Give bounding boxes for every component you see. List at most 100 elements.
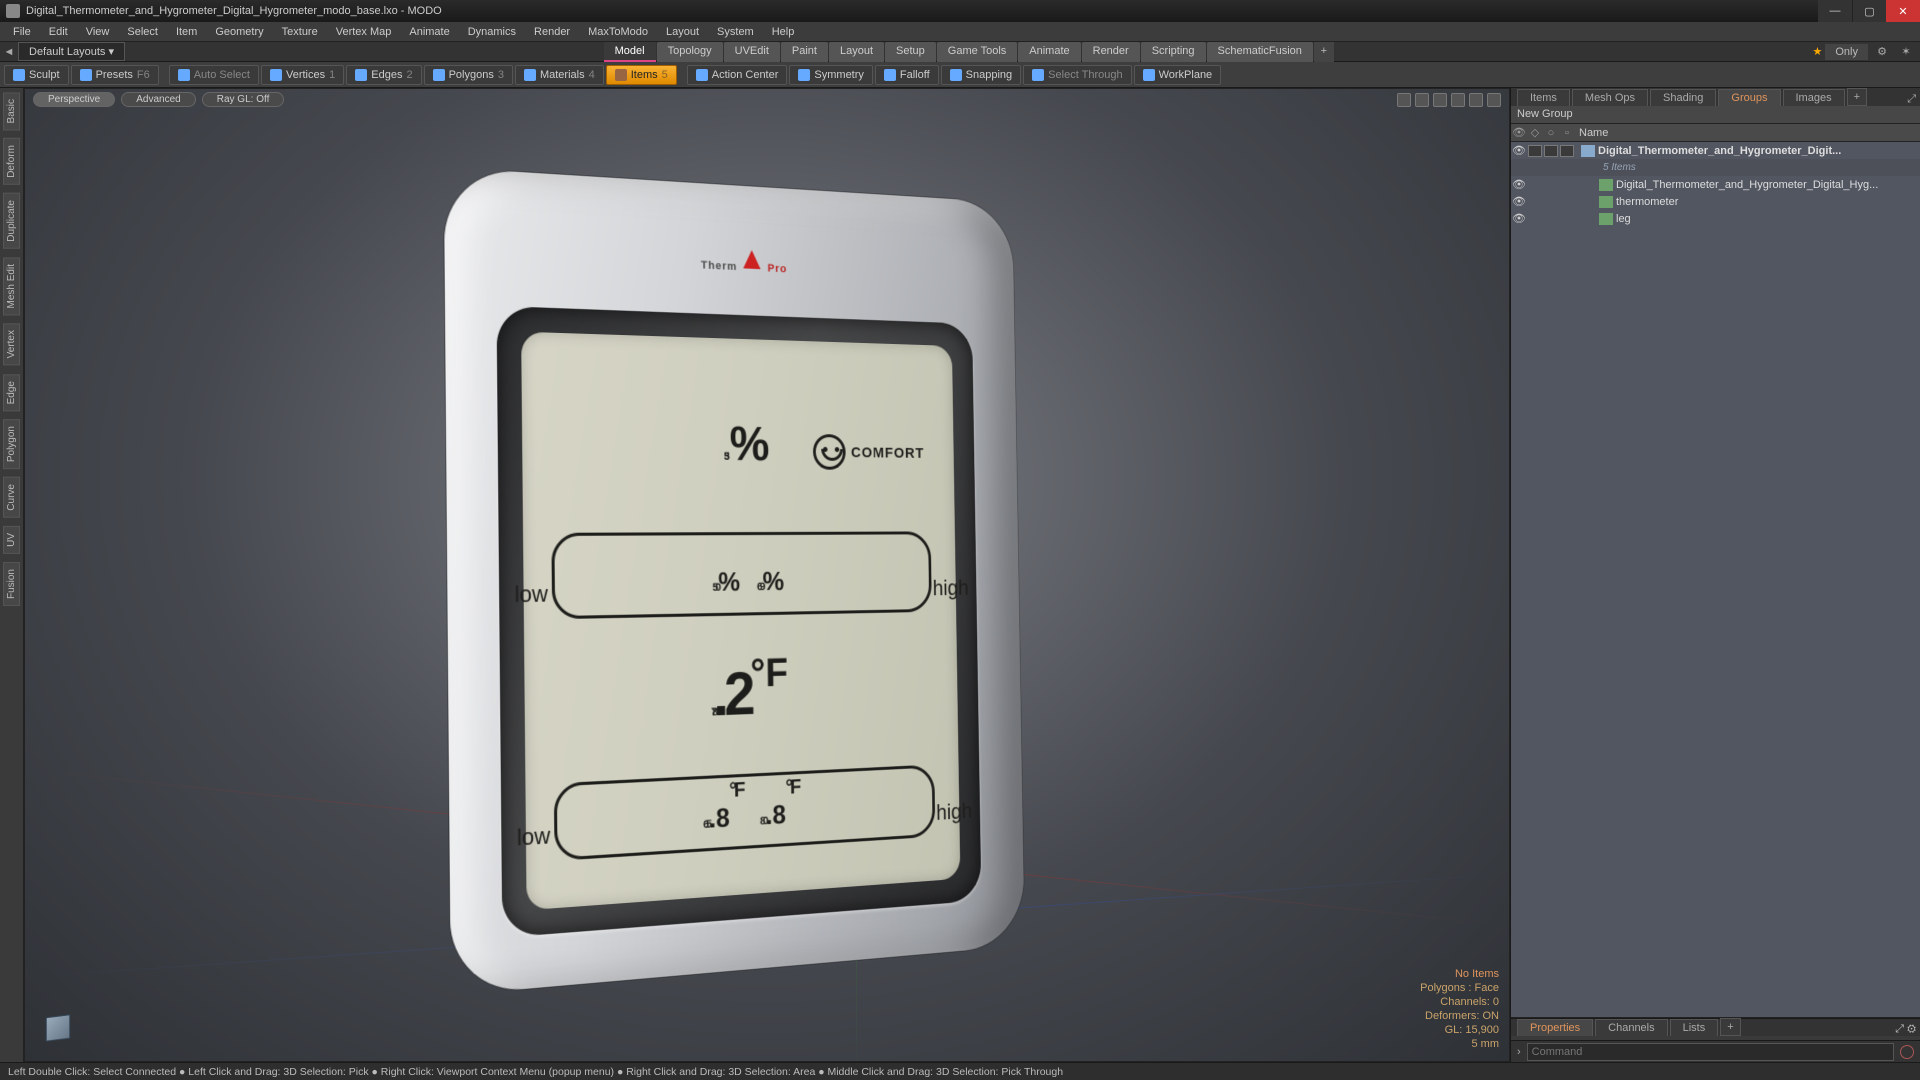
- menu-vertex-map[interactable]: Vertex Map: [327, 26, 401, 38]
- toolbar-symmetry[interactable]: Symmetry: [789, 65, 873, 85]
- pan-icon[interactable]: [1415, 93, 1429, 107]
- rp-tab-groups[interactable]: Groups: [1718, 89, 1780, 106]
- toolbar-vertices[interactable]: Vertices 1: [261, 65, 344, 85]
- tab-scripting[interactable]: Scripting: [1141, 42, 1206, 62]
- only-button[interactable]: Only: [1825, 44, 1868, 60]
- axis-gizmo[interactable]: [39, 1009, 77, 1047]
- tab-render[interactable]: Render: [1082, 42, 1140, 62]
- sidetab-fusion[interactable]: Fusion: [3, 562, 20, 606]
- toolbar-polygons[interactable]: Polygons 3: [424, 65, 513, 85]
- layout-back-button[interactable]: ◄: [0, 46, 18, 58]
- visibility-toggle[interactable]: 👁: [1511, 212, 1527, 225]
- visibility-col-icon[interactable]: 👁: [1511, 126, 1527, 139]
- sidetab-edge[interactable]: Edge: [3, 374, 20, 411]
- prop-expand-icon[interactable]: ⤢ ⚙: [1895, 1023, 1916, 1036]
- col-c-icon[interactable]: ▫: [1559, 127, 1575, 139]
- menu-view[interactable]: View: [77, 26, 119, 38]
- menu-maxtomodo[interactable]: MaxToModo: [579, 26, 657, 38]
- window-maximize-button[interactable]: ▢: [1852, 0, 1886, 22]
- prop-tab-channels[interactable]: Channels: [1595, 1019, 1667, 1036]
- sidetab-curve[interactable]: Curve: [3, 477, 20, 518]
- orbit-icon[interactable]: [1397, 93, 1411, 107]
- toolbar-items[interactable]: Items 5: [606, 65, 677, 85]
- toolbar-falloff[interactable]: Falloff: [875, 65, 939, 85]
- menu-geometry[interactable]: Geometry: [206, 26, 272, 38]
- toolbar-workplane[interactable]: WorkPlane: [1134, 65, 1222, 85]
- menu-layout[interactable]: Layout: [657, 26, 708, 38]
- tab-add-button[interactable]: +: [1314, 42, 1334, 62]
- tree-row[interactable]: 5 Items: [1511, 159, 1920, 176]
- rp-tab-mesh-ops[interactable]: Mesh Ops: [1572, 89, 1648, 106]
- viewport-options-icon[interactable]: [1469, 93, 1483, 107]
- menu-system[interactable]: System: [708, 26, 763, 38]
- tree-row[interactable]: 👁thermometer: [1511, 193, 1920, 210]
- menu-select[interactable]: Select: [118, 26, 167, 38]
- new-group-button[interactable]: New Group: [1511, 106, 1920, 124]
- tab-layout[interactable]: Layout: [829, 42, 884, 62]
- rp-tab-add[interactable]: +: [1847, 88, 1867, 106]
- rp-tab-shading[interactable]: Shading: [1650, 89, 1716, 106]
- rp-tab-images[interactable]: Images: [1783, 89, 1845, 106]
- tab-topology[interactable]: Topology: [657, 42, 723, 62]
- rp-tab-items[interactable]: Items: [1517, 89, 1570, 106]
- tree-check[interactable]: [1528, 145, 1542, 157]
- window-close-button[interactable]: ✕: [1886, 0, 1920, 22]
- sidetab-duplicate[interactable]: Duplicate: [3, 193, 20, 249]
- tree-row[interactable]: 👁Digital_Thermometer_and_Hygrometer_Digi…: [1511, 176, 1920, 193]
- zoom-icon[interactable]: [1433, 93, 1447, 107]
- tab-paint[interactable]: Paint: [781, 42, 828, 62]
- viewport-gear-icon[interactable]: [1451, 93, 1465, 107]
- layout-gear-icon[interactable]: ⚙: [1872, 45, 1892, 58]
- viewport-pill-1[interactable]: Advanced: [121, 92, 195, 107]
- menu-render[interactable]: Render: [525, 26, 579, 38]
- command-input[interactable]: [1527, 1043, 1894, 1061]
- tab-schematicfusion[interactable]: SchematicFusion: [1207, 42, 1313, 62]
- toolbar-edges[interactable]: Edges 2: [346, 65, 421, 85]
- sidetab-uv[interactable]: UV: [3, 526, 20, 554]
- menu-file[interactable]: File: [4, 26, 40, 38]
- toolbar-action-center[interactable]: Action Center: [687, 65, 788, 85]
- viewport-3d[interactable]: Perspective Advanced Ray GL: Off Therm▲Pro…: [24, 88, 1510, 1062]
- sidetab-basic[interactable]: Basic: [3, 92, 20, 130]
- window-minimize-button[interactable]: —: [1818, 0, 1852, 22]
- menu-animate[interactable]: Animate: [400, 26, 458, 38]
- toolbar-sculpt[interactable]: Sculpt: [4, 65, 69, 85]
- visibility-toggle[interactable]: 👁: [1511, 144, 1527, 157]
- prop-tab-lists[interactable]: Lists: [1670, 1019, 1719, 1036]
- tab-game tools[interactable]: Game Tools: [937, 42, 1018, 62]
- toolbar-select-through[interactable]: Select Through: [1023, 65, 1131, 85]
- col-a-icon[interactable]: ◇: [1527, 126, 1543, 139]
- sidetab-polygon[interactable]: Polygon: [3, 419, 20, 469]
- viewport-pill-0[interactable]: Perspective: [33, 92, 115, 107]
- menu-texture[interactable]: Texture: [273, 26, 327, 38]
- toolbar-snapping[interactable]: Snapping: [941, 65, 1022, 85]
- layout-dropdown[interactable]: Default Layouts ▾: [18, 42, 125, 61]
- tree-check[interactable]: [1560, 145, 1574, 157]
- scene-tree[interactable]: 👁Digital_Thermometer_and_Hygrometer_Digi…: [1511, 142, 1920, 1018]
- sidetab-vertex[interactable]: Vertex: [3, 323, 20, 365]
- prop-tab-properties[interactable]: Properties: [1517, 1019, 1593, 1036]
- tab-animate[interactable]: Animate: [1018, 42, 1080, 62]
- rp-expand-icon[interactable]: ⤢: [1907, 93, 1916, 106]
- tree-row[interactable]: 👁Digital_Thermometer_and_Hygrometer_Digi…: [1511, 142, 1920, 159]
- toolbar-presets[interactable]: Presets F6: [71, 65, 159, 85]
- viewport-expand-icon[interactable]: [1487, 93, 1501, 107]
- layout-settings-icon[interactable]: ✶: [1896, 45, 1916, 58]
- menu-edit[interactable]: Edit: [40, 26, 77, 38]
- menu-item[interactable]: Item: [167, 26, 206, 38]
- sidetab-deform[interactable]: Deform: [3, 138, 20, 185]
- record-icon[interactable]: [1900, 1045, 1914, 1059]
- visibility-toggle[interactable]: 👁: [1511, 195, 1527, 208]
- toolbar-materials[interactable]: Materials 4: [515, 65, 604, 85]
- menu-help[interactable]: Help: [763, 26, 804, 38]
- prop-tab-add[interactable]: +: [1720, 1018, 1740, 1036]
- tab-setup[interactable]: Setup: [885, 42, 936, 62]
- col-b-icon[interactable]: ○: [1543, 127, 1559, 139]
- menu-dynamics[interactable]: Dynamics: [459, 26, 525, 38]
- viewport-pill-2[interactable]: Ray GL: Off: [202, 92, 285, 107]
- tab-uvedit[interactable]: UVEdit: [724, 42, 780, 62]
- tab-model[interactable]: Model: [604, 42, 656, 62]
- tree-row[interactable]: 👁leg: [1511, 210, 1920, 227]
- tree-check[interactable]: [1544, 145, 1558, 157]
- thermometer-model[interactable]: Therm▲Pro 53% COMFORT low 50% 69% high: [444, 167, 1025, 995]
